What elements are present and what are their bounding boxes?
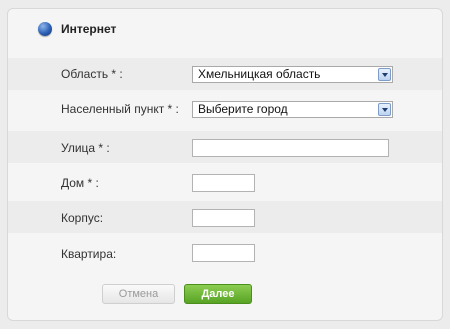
locality-label: Населенный пункт * : (61, 102, 179, 116)
house-row: Дом * : (8, 166, 442, 198)
house-label: Дом * : (61, 176, 99, 190)
region-label: Область * : (61, 67, 123, 81)
region-select[interactable]: Хмельницкая область (192, 66, 393, 83)
building-label: Корпус: (61, 211, 104, 225)
form-header: Интернет (8, 9, 442, 46)
address-form-panel: Интернет Область * : Хмельницкая область… (7, 8, 443, 321)
locality-select-value: Выберите город (198, 102, 288, 116)
chevron-down-icon[interactable] (378, 68, 391, 81)
street-row: Улица * : (8, 131, 442, 163)
apartment-input[interactable] (192, 244, 255, 262)
house-input[interactable] (192, 174, 255, 192)
street-label: Улица * : (61, 141, 110, 155)
street-input[interactable] (192, 139, 389, 157)
building-input[interactable] (192, 209, 255, 227)
locality-row: Населенный пункт * : Выберите город (8, 93, 442, 125)
apartment-row: Квартира: (8, 238, 442, 270)
region-row: Область * : Хмельницкая область (8, 58, 442, 90)
locality-select[interactable]: Выберите город (192, 101, 393, 118)
apartment-label: Квартира: (61, 247, 117, 261)
region-select-value: Хмельницкая область (198, 67, 321, 81)
globe-icon (38, 22, 52, 36)
building-row: Корпус: (8, 201, 442, 233)
form-title: Интернет (61, 22, 117, 36)
cancel-button[interactable]: Отмена (102, 284, 175, 304)
chevron-down-icon[interactable] (378, 103, 391, 116)
next-button[interactable]: Далее (184, 284, 252, 304)
